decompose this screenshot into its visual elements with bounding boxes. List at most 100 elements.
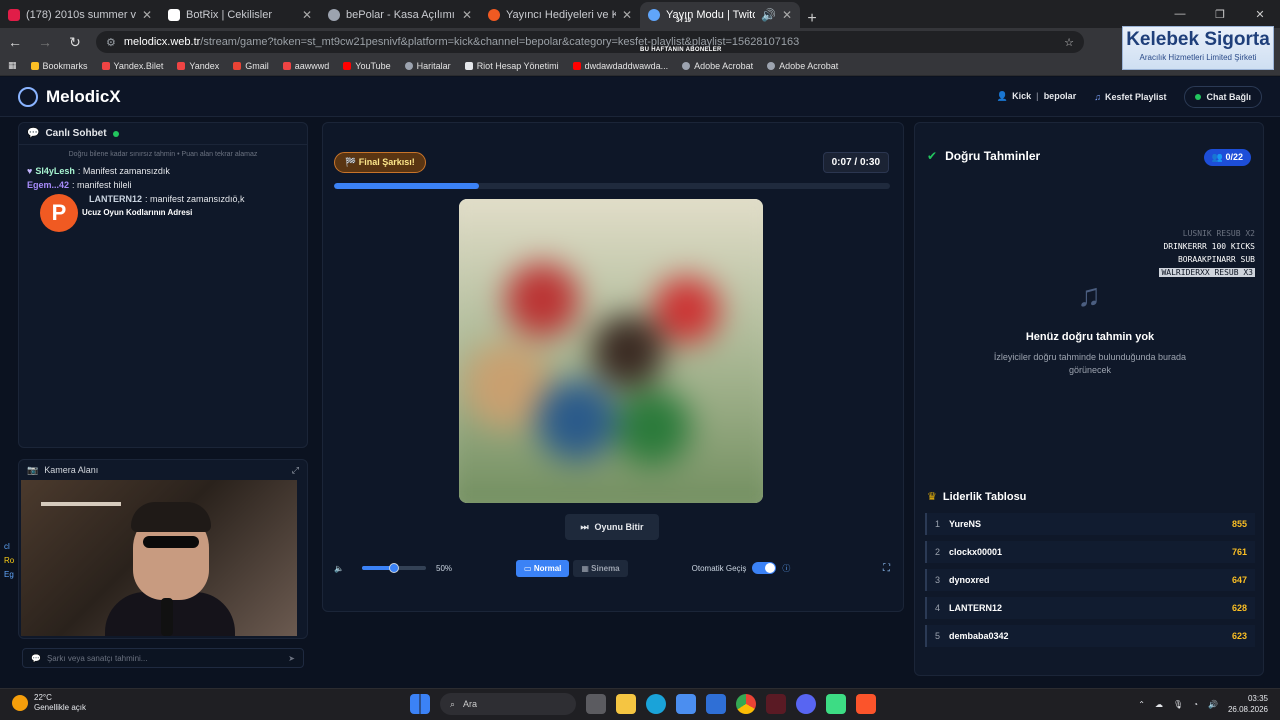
skip-icon: ⏭	[580, 521, 589, 532]
bookmark-item[interactable]: Yandex	[177, 61, 219, 71]
volume-icon[interactable]: 🔈	[334, 564, 354, 573]
gmail-icon	[233, 61, 242, 70]
guess-count-badge: 👥 0/22	[1203, 149, 1251, 166]
bookmark-star-icon[interactable]: ☆	[1064, 36, 1074, 49]
send-icon[interactable]: ➤	[288, 654, 295, 663]
toggle-knob	[765, 563, 776, 573]
flag-icon: 🏁	[345, 157, 357, 167]
playlist-info: ♫ Kesfet Playlist	[1094, 91, 1167, 102]
speaker-icon: 🔊	[760, 8, 776, 22]
bookmark-item[interactable]: aawwwd	[282, 61, 329, 71]
close-icon[interactable]: ✕	[302, 8, 312, 22]
close-icon[interactable]: ✕	[462, 8, 472, 22]
clock[interactable]: 03:35 26.08.2026	[1228, 693, 1268, 715]
volume-percent: 50%	[436, 563, 453, 573]
yandex-icon	[101, 61, 110, 70]
header-status: 👤 Kick | bepolar ♫ Kesfet Playlist Chat Ba…	[996, 85, 1262, 108]
wifi-icon[interactable]: ◔	[1193, 700, 1198, 709]
close-window-icon[interactable]: ✕	[1240, 0, 1280, 28]
subscriber-overlay-list: LUSNIK RESUB X2 DRINKERRR 100 KICKS BORA…	[1159, 229, 1255, 277]
brave-icon[interactable]	[856, 694, 876, 714]
weather-widget[interactable]: 22°C Genellikle açık	[12, 693, 86, 713]
edge-icon[interactable]	[646, 694, 666, 714]
crown-icon: ♛	[927, 491, 937, 503]
task-view-icon[interactable]	[586, 694, 606, 714]
browser-tab[interactable]: (178) 2010s summer vibes mix✕	[0, 2, 160, 28]
youtube-icon	[572, 61, 581, 70]
platform-info: 👤 Kick | bepolar	[996, 91, 1077, 101]
bookmark-item[interactable]: Adobe Acrobat	[682, 61, 753, 71]
mail-icon[interactable]	[706, 694, 726, 714]
bookmark-item[interactable]: YouTube	[343, 61, 391, 71]
heart-badge-icon: ♥	[27, 166, 33, 176]
p-logo-icon	[488, 9, 500, 21]
android-icon[interactable]	[826, 694, 846, 714]
vivaldi-icon[interactable]	[766, 694, 786, 714]
expand-icon[interactable]: ⤢	[292, 465, 299, 476]
weather-icon	[12, 695, 28, 711]
camera-icon: 📷	[27, 464, 39, 475]
fullscreen-icon[interactable]: ⛶	[883, 563, 890, 574]
new-tab-button[interactable]: +	[800, 10, 824, 28]
mode-cinema-button[interactable]: ▦ Sinema	[573, 559, 628, 577]
reload-icon[interactable]: ↻	[66, 34, 84, 51]
yandex-icon	[177, 61, 186, 70]
leaderboard-row: 5 dembaba0342 623	[925, 625, 1255, 647]
cloud-icon[interactable]: ☁	[1155, 700, 1163, 709]
taskbar-search[interactable]: ⌕ Ara	[440, 693, 576, 715]
leaderboard-header: ♛ Liderlik Tablosu	[927, 490, 1027, 504]
bookmark-item[interactable]: Haritalar	[404, 61, 451, 71]
info-icon[interactable]: ⓘ	[782, 563, 790, 574]
browser-tab[interactable]: BotRix | Cekilisler ✕	[160, 2, 320, 28]
film-icon: ▦	[581, 563, 589, 573]
apps-grid-icon[interactable]: ▦	[8, 60, 17, 71]
bookmark-item[interactable]: Yandex.Bilet	[101, 61, 163, 71]
mode-normal-button[interactable]: ▭ Normal	[516, 559, 570, 577]
file-explorer-icon[interactable]	[616, 694, 636, 714]
app-logo[interactable]: MelodicX	[18, 86, 121, 107]
bookmark-item[interactable]: Riot Hesap Yönetimi	[464, 61, 559, 71]
bookmark-item[interactable]: Adobe Acrobat	[767, 61, 838, 71]
end-game-button[interactable]: ⏭ Oyunu Bitir	[565, 514, 659, 540]
url-field[interactable]: ⚙ melodicx.web.tr/stream/game?token=st_m…	[96, 31, 1084, 53]
volume-knob[interactable]	[389, 563, 399, 573]
chat-message: ♥ Sl4yLesh: Manifest zamansızdık	[27, 166, 170, 176]
close-icon[interactable]: ✕	[142, 8, 152, 22]
bookmark-item[interactable]: Gmail	[233, 61, 269, 71]
user-icon: 👤	[996, 91, 1009, 101]
minimize-icon[interactable]: —	[1160, 0, 1200, 28]
sponsor-banner: Kelebek Sigorta Aracılık Hizmetleri Limi…	[1122, 26, 1274, 70]
volume-slider[interactable]	[362, 563, 426, 573]
chat-header: 💬 Canlı Sohbet	[19, 123, 307, 145]
chrome-icon[interactable]	[736, 694, 756, 714]
live-chat-panel: 💬 Canlı Sohbet Doğru bilene kadar sınırs…	[18, 122, 308, 448]
back-icon[interactable]: ←	[6, 34, 24, 50]
close-icon[interactable]: ✕	[782, 8, 792, 22]
site-info-icon[interactable]: ⚙	[106, 36, 116, 49]
globe-icon	[404, 61, 413, 70]
bookmark-item[interactable]: dwdawdaddwawda...	[572, 61, 668, 71]
chat-rules-note: Doğru bilene kadar sınırsız tahmin • Pua…	[68, 151, 258, 158]
browser-tab-active[interactable]: Yayın Modu | Twitch ve Kick🔊✕	[640, 2, 800, 28]
windows-start-icon[interactable]	[410, 694, 430, 714]
store-icon[interactable]	[676, 694, 696, 714]
forward-icon[interactable]: →	[36, 34, 54, 50]
speaker-icon[interactable]: 🔊	[1208, 700, 1218, 709]
cropped-overlay-text: cl Ro Eg	[4, 542, 15, 579]
promo-overlay-label: Ucuz Oyun Kodlarının Adresi	[82, 208, 193, 217]
auto-advance-toggle[interactable]	[752, 562, 777, 574]
bookmark-item[interactable]: Bookmarks	[30, 61, 88, 71]
browser-tab[interactable]: Yayıncı Hediyeleri ve Kazananlar✕	[480, 2, 640, 28]
guess-input[interactable]: 💬 Şarkı veya sanatçı tahmini... ➤	[22, 648, 304, 668]
browser-tab[interactable]: bePolar - Kasa Açılımı ✕	[320, 2, 480, 28]
streamer-hair	[131, 502, 211, 532]
sunglasses	[143, 536, 199, 548]
system-tray: ⌃ ☁ 🎙 ◔ 🔊 03:35 26.08.2026	[1138, 693, 1268, 715]
discord-icon[interactable]	[796, 694, 816, 714]
globe-icon	[767, 61, 776, 70]
shelf	[41, 502, 121, 506]
mic-icon[interactable]: 🎙	[1173, 700, 1183, 709]
chevron-up-icon[interactable]: ⌃	[1138, 700, 1145, 709]
close-icon[interactable]: ✕	[622, 8, 632, 22]
restore-icon[interactable]: ❐	[1200, 0, 1240, 28]
